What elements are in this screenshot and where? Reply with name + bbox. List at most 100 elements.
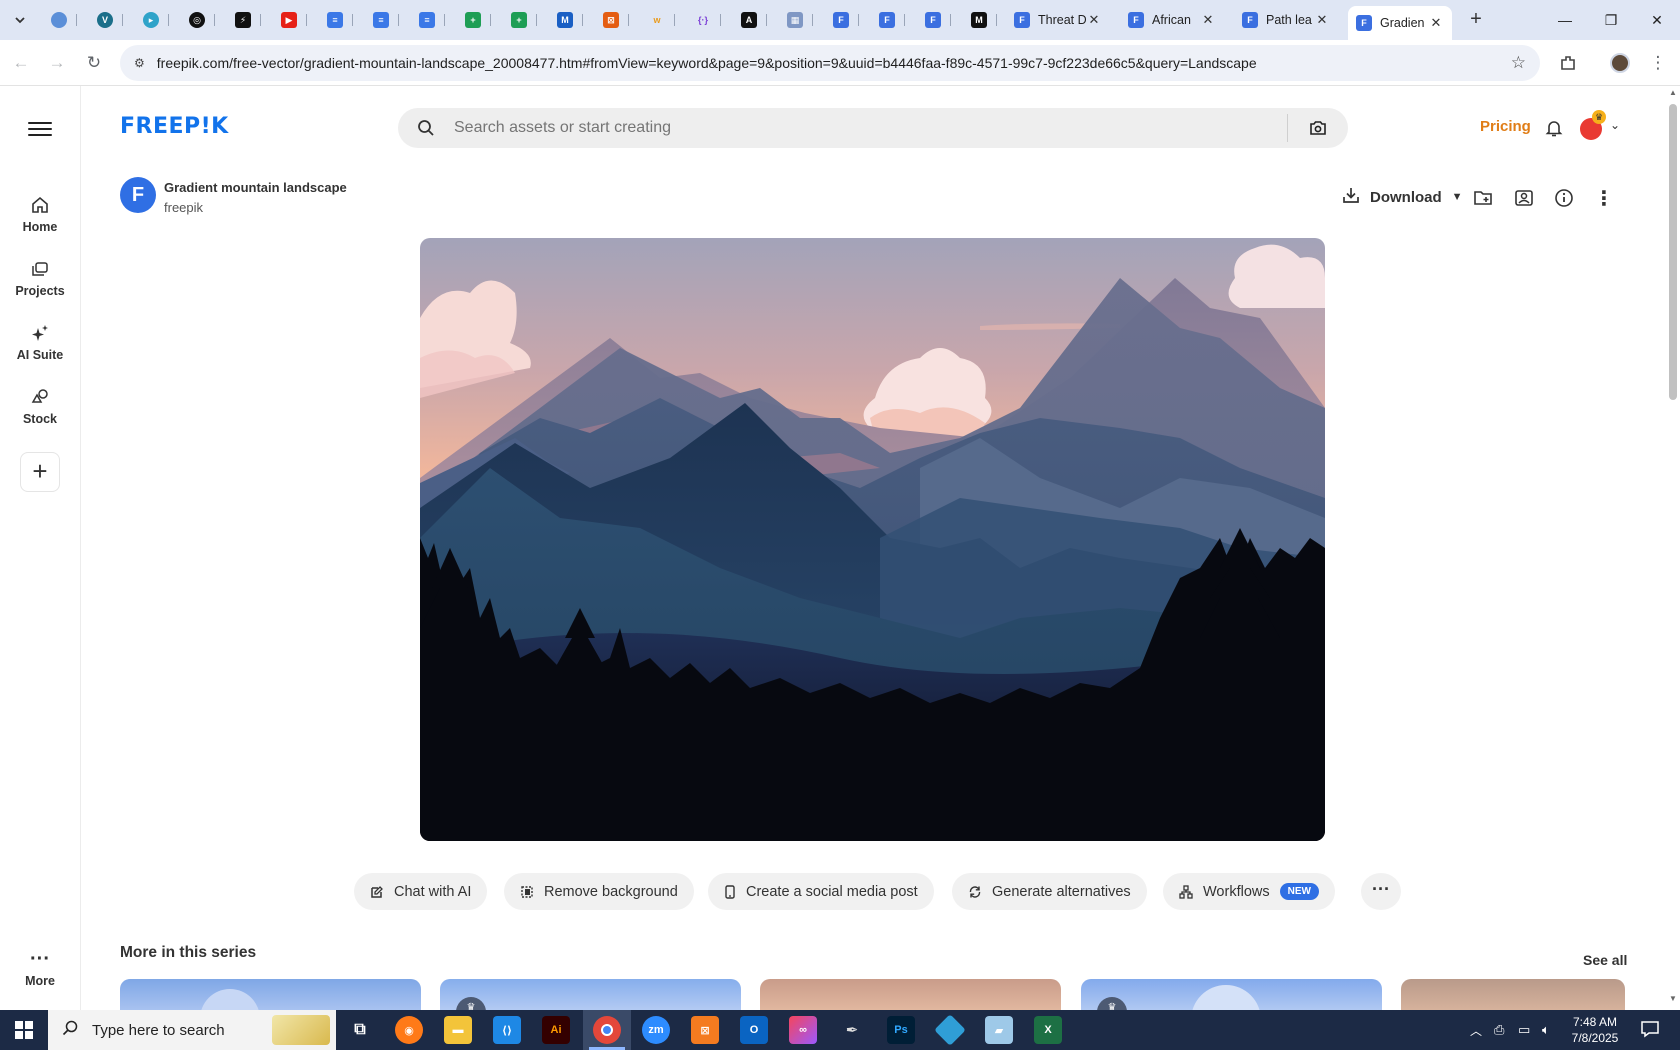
chat-with-ai-button[interactable]: Chat with AI	[354, 873, 488, 910]
bell-icon[interactable]	[1544, 118, 1564, 143]
taskbar-search[interactable]: Type here to search	[48, 1010, 336, 1050]
pinned-tab[interactable]: A	[736, 8, 767, 32]
edit-image-icon[interactable]	[1512, 186, 1536, 210]
search-input[interactable]	[454, 119, 1287, 137]
rail-item-more[interactable]: ··· More	[0, 948, 80, 989]
browser-tab-active[interactable]: F Gradien ✕	[1348, 6, 1452, 40]
chrome-icon[interactable]	[593, 1016, 621, 1044]
remove-background-button[interactable]: Remove background	[504, 873, 694, 910]
pinned-tab[interactable]: ◎	[184, 8, 215, 32]
windows-start-icon[interactable]	[0, 1010, 48, 1050]
clock[interactable]: 7:48 AM 7/8/2025	[1560, 1014, 1630, 1046]
browser-tab[interactable]: F African ✕	[1120, 6, 1224, 34]
pen-tool-icon[interactable]: ✒	[838, 1016, 866, 1044]
more-actions-button[interactable]: ···	[1361, 873, 1401, 910]
pinned-tab[interactable]: ≡	[322, 8, 353, 32]
pinned-tab[interactable]: ᴡ	[644, 8, 675, 32]
pinned-tab[interactable]: ⚡	[230, 8, 261, 32]
pinned-tab[interactable]: V	[92, 8, 123, 32]
info-icon[interactable]	[1552, 186, 1576, 210]
reload-button[interactable]: ↻	[79, 48, 109, 78]
page-scrollbar[interactable]: ▲ ▼	[1666, 86, 1680, 1010]
app-diamond-icon[interactable]	[934, 1014, 966, 1046]
illustrator-icon[interactable]: Ai	[542, 1016, 570, 1044]
pinned-tab[interactable]: {·}	[690, 8, 721, 32]
tray-device-icon[interactable]: ⎙	[1494, 1010, 1504, 1050]
tab-search-button[interactable]	[8, 8, 32, 32]
creative-cloud-icon[interactable]: ∞	[789, 1016, 817, 1044]
rail-item-stock[interactable]: Stock	[0, 386, 80, 426]
close-icon[interactable]: ✕	[1428, 15, 1444, 31]
volume-icon[interactable]: 🔈︎	[1542, 1010, 1550, 1050]
pinned-tab[interactable]: ▸	[138, 8, 169, 32]
pinned-tab[interactable]: ▦	[782, 8, 813, 32]
pinned-tab[interactable]: ⊠	[598, 8, 629, 32]
url-text[interactable]: freepik.com/free-vector/gradient-mountai…	[157, 55, 1257, 71]
firefox-icon[interactable]: ◉	[395, 1016, 423, 1044]
pinned-tab[interactable]: F	[920, 8, 951, 32]
add-to-collection-icon[interactable]	[1472, 186, 1496, 210]
close-icon[interactable]: ✕	[1200, 12, 1216, 28]
site-settings-icon[interactable]: ⚙	[134, 56, 145, 70]
pinned-tab[interactable]: ≡	[414, 8, 445, 32]
pinned-tab[interactable]: F	[874, 8, 905, 32]
series-thumbnail[interactable]: ♛	[440, 979, 741, 1010]
pinned-tab[interactable]	[46, 8, 77, 32]
minimize-button[interactable]: —	[1542, 0, 1588, 40]
asset-preview-image[interactable]	[420, 238, 1325, 841]
rail-item-ai-suite[interactable]: AI Suite	[0, 322, 80, 362]
pinned-tab[interactable]: M	[552, 8, 583, 32]
hamburger-menu-icon[interactable]	[28, 118, 52, 140]
pinned-tab[interactable]: +	[460, 8, 491, 32]
pinned-tab[interactable]: F	[828, 8, 859, 32]
close-icon[interactable]: ✕	[1086, 12, 1102, 28]
notepad-icon[interactable]: ▰	[985, 1016, 1013, 1044]
add-button[interactable]: +	[20, 452, 60, 492]
chevron-down-icon[interactable]: ⌄	[1610, 118, 1620, 132]
camera-search-icon[interactable]	[1288, 120, 1348, 136]
workflows-button[interactable]: Workflows NEW	[1163, 873, 1335, 910]
restore-button[interactable]: ❐	[1588, 0, 1634, 40]
generate-alternatives-button[interactable]: Generate alternatives	[952, 873, 1147, 910]
series-thumbnail[interactable]	[120, 979, 421, 1010]
photoshop-icon[interactable]: Ps	[887, 1016, 915, 1044]
xampp-icon[interactable]: ⊠	[691, 1016, 719, 1044]
chrome-menu-icon[interactable]: ⋮	[1643, 48, 1673, 78]
scroll-down-icon[interactable]: ▼	[1669, 994, 1677, 1003]
network-icon[interactable]: ▭	[1518, 1010, 1530, 1050]
browser-tab[interactable]: F Threat D ✕	[1006, 6, 1110, 34]
close-window-button[interactable]: ✕	[1634, 0, 1680, 40]
freepik-logo[interactable]: FREEP!K	[120, 114, 229, 139]
series-thumbnail[interactable]: ♛	[1081, 979, 1382, 1010]
pinned-tab[interactable]: +	[506, 8, 537, 32]
back-button[interactable]: ←	[6, 48, 36, 78]
series-thumbnail[interactable]	[760, 979, 1061, 1010]
task-view-icon[interactable]: ⧉	[346, 1016, 374, 1044]
browser-tab[interactable]: F Path lea ✕	[1234, 6, 1338, 34]
profile-avatar[interactable]	[1605, 48, 1635, 78]
download-button[interactable]: Download ▼	[1342, 186, 1463, 208]
rail-item-home[interactable]: Home	[0, 194, 80, 234]
author-avatar[interactable]: F	[120, 177, 156, 213]
rail-item-projects[interactable]: Projects	[0, 258, 80, 298]
scroll-up-icon[interactable]: ▲	[1669, 88, 1677, 97]
series-thumbnail[interactable]	[1401, 979, 1625, 1010]
forward-button[interactable]: →	[42, 48, 72, 78]
vscode-icon[interactable]: ⟨⟩	[493, 1016, 521, 1044]
pinned-tab[interactable]: M	[966, 8, 997, 32]
user-avatar[interactable]: ♛	[1580, 110, 1606, 140]
new-tab-button[interactable]: +	[1464, 8, 1488, 32]
create-social-post-button[interactable]: Create a social media post	[708, 873, 934, 910]
bookmark-star-icon[interactable]: ☆	[1511, 53, 1526, 73]
more-options-icon[interactable]: ⋮	[1592, 186, 1616, 210]
zoom-icon[interactable]: zm	[642, 1016, 670, 1044]
notification-icon[interactable]	[1640, 1019, 1660, 1044]
file-explorer-icon[interactable]: ▬	[444, 1016, 472, 1044]
search-bar[interactable]	[398, 108, 1348, 148]
pinned-tab[interactable]: ▶	[276, 8, 307, 32]
extensions-icon[interactable]	[1553, 48, 1583, 78]
tray-chevron-icon[interactable]: ︿	[1470, 1010, 1482, 1050]
see-all-link[interactable]: See all	[1583, 952, 1627, 968]
scroll-thumb[interactable]	[1669, 104, 1677, 400]
asset-author[interactable]: freepik	[164, 200, 203, 215]
